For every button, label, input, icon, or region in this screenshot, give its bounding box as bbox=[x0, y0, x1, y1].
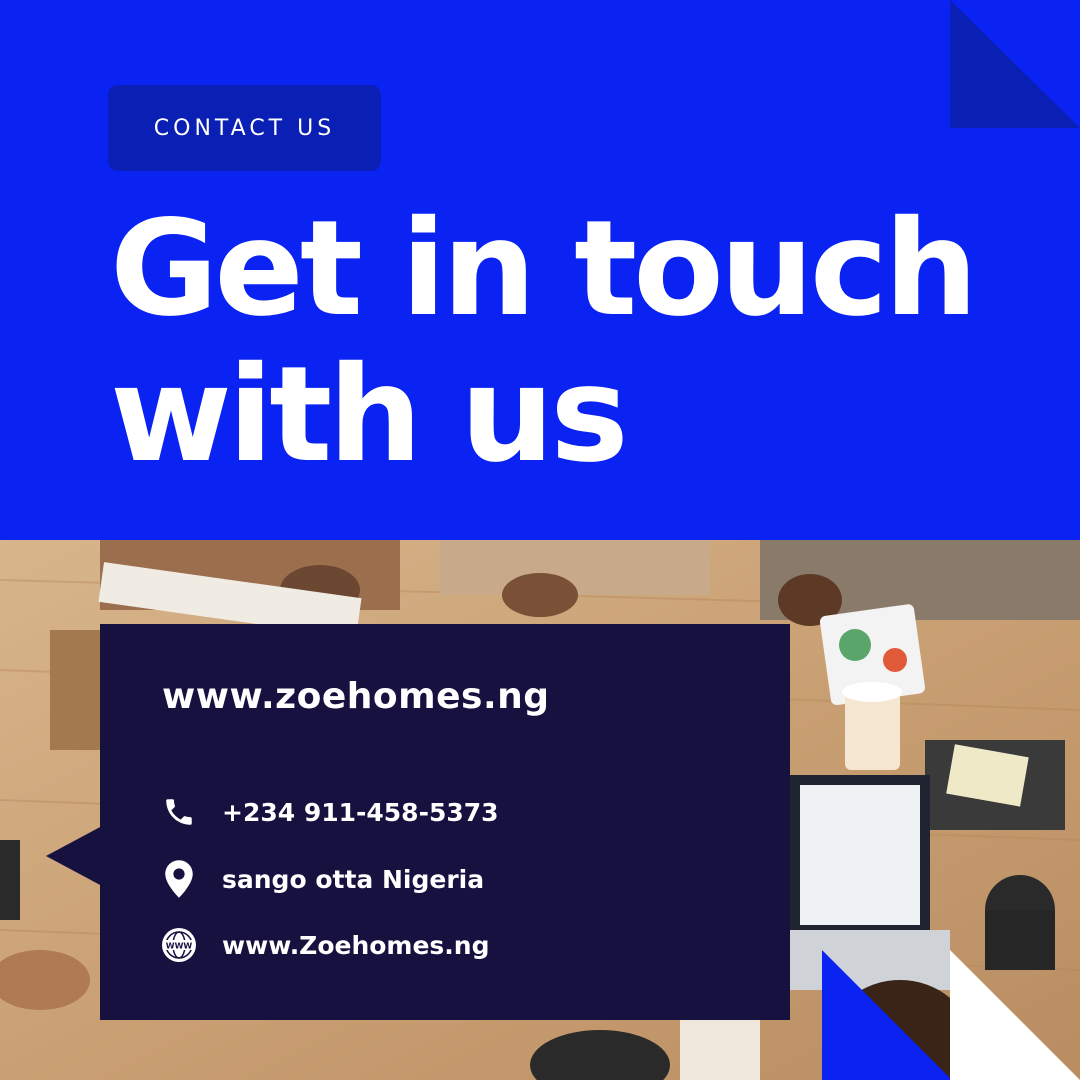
corner-decoration-bottom-blue bbox=[822, 950, 952, 1080]
phone-row: +234 911-458-5373 bbox=[160, 793, 499, 831]
phone-icon bbox=[160, 793, 198, 831]
svg-text:WWW: WWW bbox=[166, 942, 193, 951]
map-pin-icon bbox=[160, 860, 198, 898]
website-title: www.zoehomes.ng bbox=[162, 676, 550, 717]
corner-decoration-bottom-white bbox=[950, 950, 1080, 1080]
phone-number: +234 911-458-5373 bbox=[222, 797, 499, 827]
headline-line-1: Get in touch bbox=[110, 192, 978, 346]
corner-decoration-top-right bbox=[950, 0, 1080, 128]
contact-poster: CONTACT US Get in touch with us www.zoeh… bbox=[0, 0, 1080, 1080]
headline: Get in touch with us bbox=[110, 196, 1010, 488]
headline-line-2: with us bbox=[110, 338, 629, 492]
location-row: sango otta Nigeria bbox=[160, 860, 484, 898]
website-row: WWW www.Zoehomes.ng bbox=[160, 926, 490, 964]
website-link[interactable]: www.Zoehomes.ng bbox=[222, 931, 490, 960]
card-pointer bbox=[46, 826, 102, 886]
contact-us-badge: CONTACT US bbox=[108, 85, 381, 171]
globe-www-icon: WWW bbox=[160, 926, 198, 964]
location-text: sango otta Nigeria bbox=[222, 864, 485, 894]
